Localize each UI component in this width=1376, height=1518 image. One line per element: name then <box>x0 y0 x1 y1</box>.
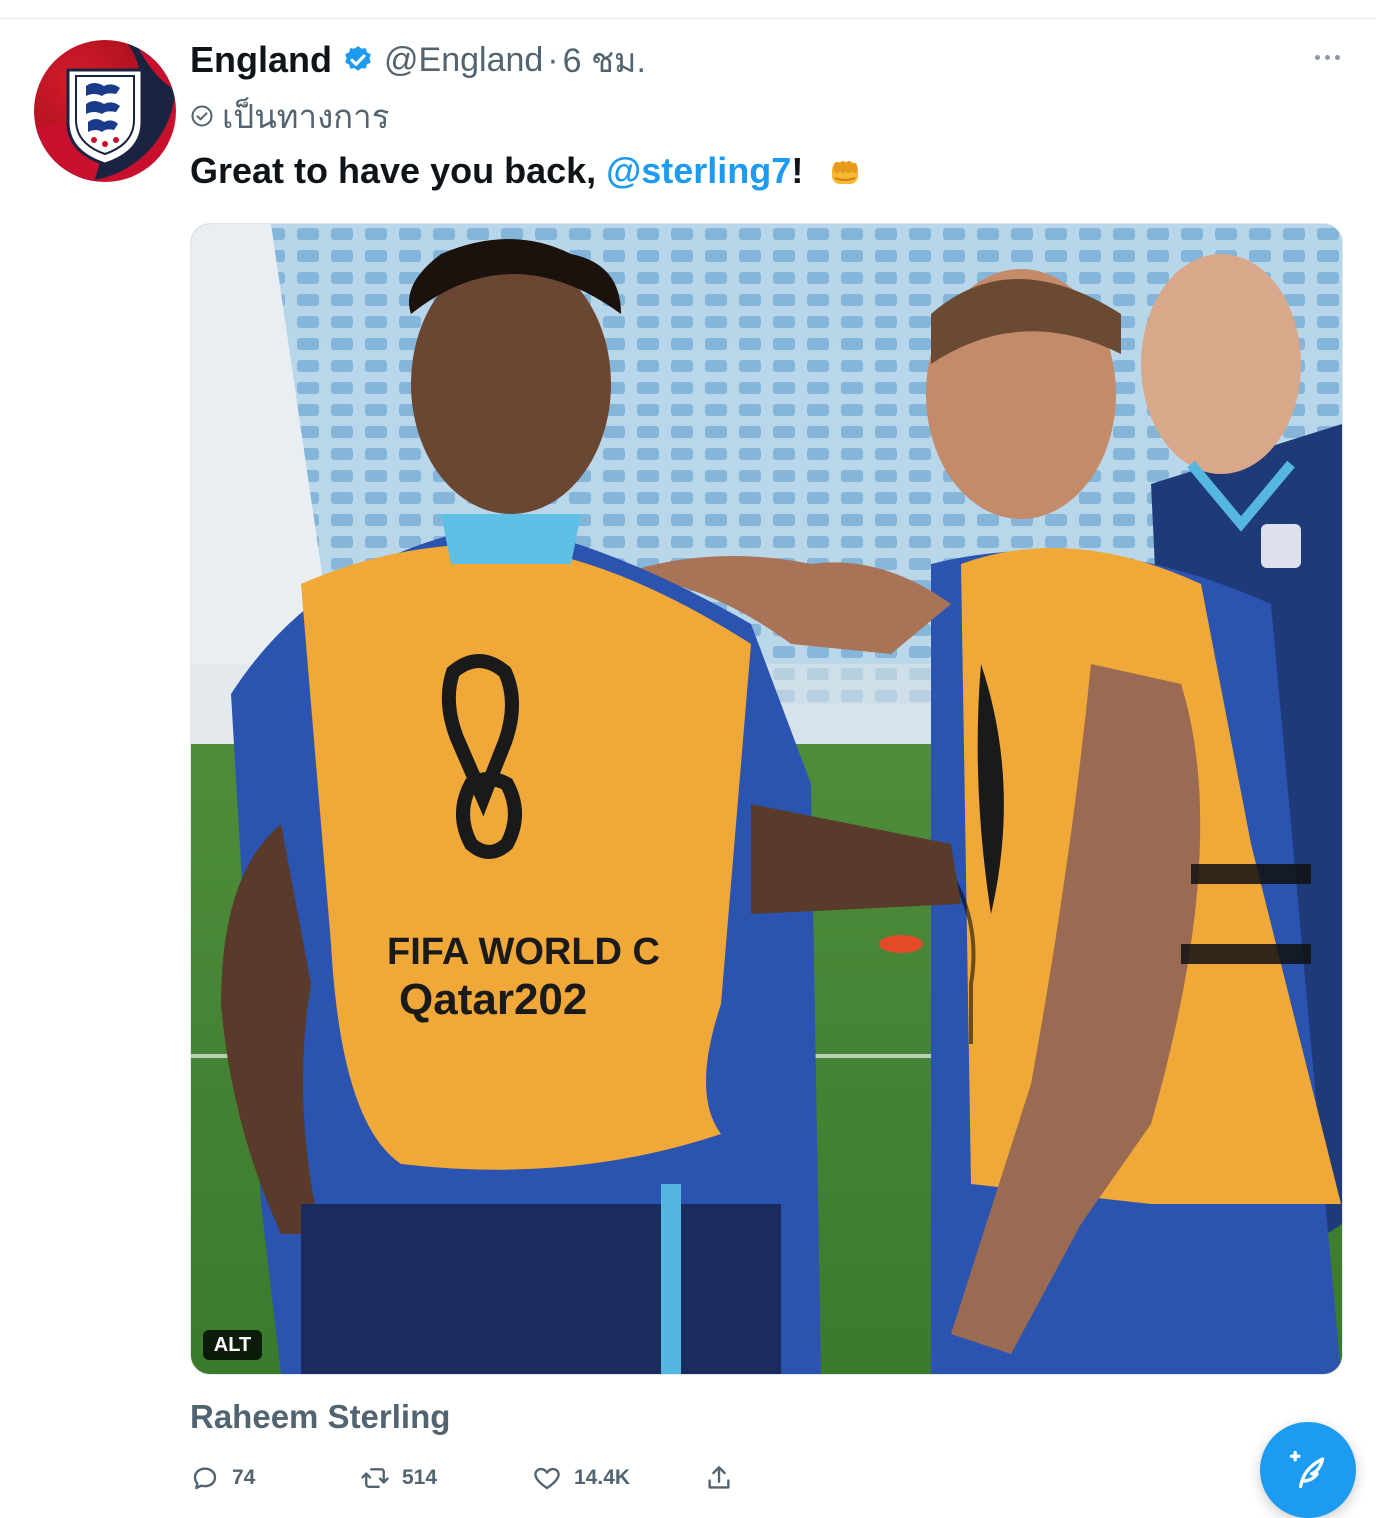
oncoming-fist-icon <box>832 161 859 185</box>
official-check-icon <box>191 105 213 127</box>
top-divider <box>0 18 1376 19</box>
compose-feather-icon <box>1289 1450 1325 1489</box>
official-label: เป็นทางการ <box>222 96 390 136</box>
training-photo: FIFA WORLD C Qatar202 <box>191 224 1342 1374</box>
retweet-count: 514 <box>402 1466 438 1489</box>
user-handle[interactable]: @England <box>384 41 543 80</box>
separator-dot: · <box>547 40 559 79</box>
retweet-button[interactable]: 514 <box>360 1458 437 1498</box>
reply-count: 74 <box>232 1466 256 1489</box>
tweet-header: England @England · 6 ชม. <box>190 34 646 86</box>
england-crest-icon <box>34 40 176 182</box>
share-icon <box>708 1466 730 1489</box>
bib-text-line2: Qatar202 <box>399 975 587 1024</box>
official-label-row: เป็นทางการ <box>190 96 389 136</box>
alt-text-button[interactable]: ALT <box>203 1330 262 1360</box>
tweet-text-body: Great to have you back, <box>190 150 607 191</box>
tweet-text-end: ! <box>791 150 804 191</box>
more-dot-icon <box>1324 54 1330 60</box>
bib-text-line1: FIFA WORLD C <box>387 931 660 973</box>
tweet-actions-bar: 74 514 14.4K <box>190 1458 750 1498</box>
more-options-button[interactable] <box>1306 44 1348 70</box>
reply-button[interactable]: 74 <box>190 1458 255 1498</box>
compose-tweet-button[interactable] <box>1260 1422 1356 1518</box>
like-button[interactable]: 14.4K <box>532 1458 630 1498</box>
reply-icon <box>193 1467 217 1490</box>
tweet-timestamp[interactable]: 6 ชม. <box>563 33 646 87</box>
mention-link[interactable]: @sterling7 <box>606 150 791 191</box>
like-count: 14.4K <box>574 1466 631 1489</box>
tweet-media-photo[interactable]: FIFA WORLD C Qatar202 ALT <box>190 223 1343 1375</box>
share-button[interactable] <box>704 1458 746 1498</box>
tweet-text: Great to have you back, @sterling7! <box>190 150 863 192</box>
more-dot-icon <box>1334 54 1340 60</box>
display-name[interactable]: England <box>190 39 332 81</box>
more-dot-icon <box>1314 54 1320 60</box>
tagged-person-link[interactable]: Raheem Sterling <box>190 1398 450 1436</box>
heart-icon <box>534 1467 560 1490</box>
england-avatar[interactable] <box>34 40 176 182</box>
verified-badge-icon <box>345 46 371 71</box>
retweet-icon <box>361 1468 389 1488</box>
